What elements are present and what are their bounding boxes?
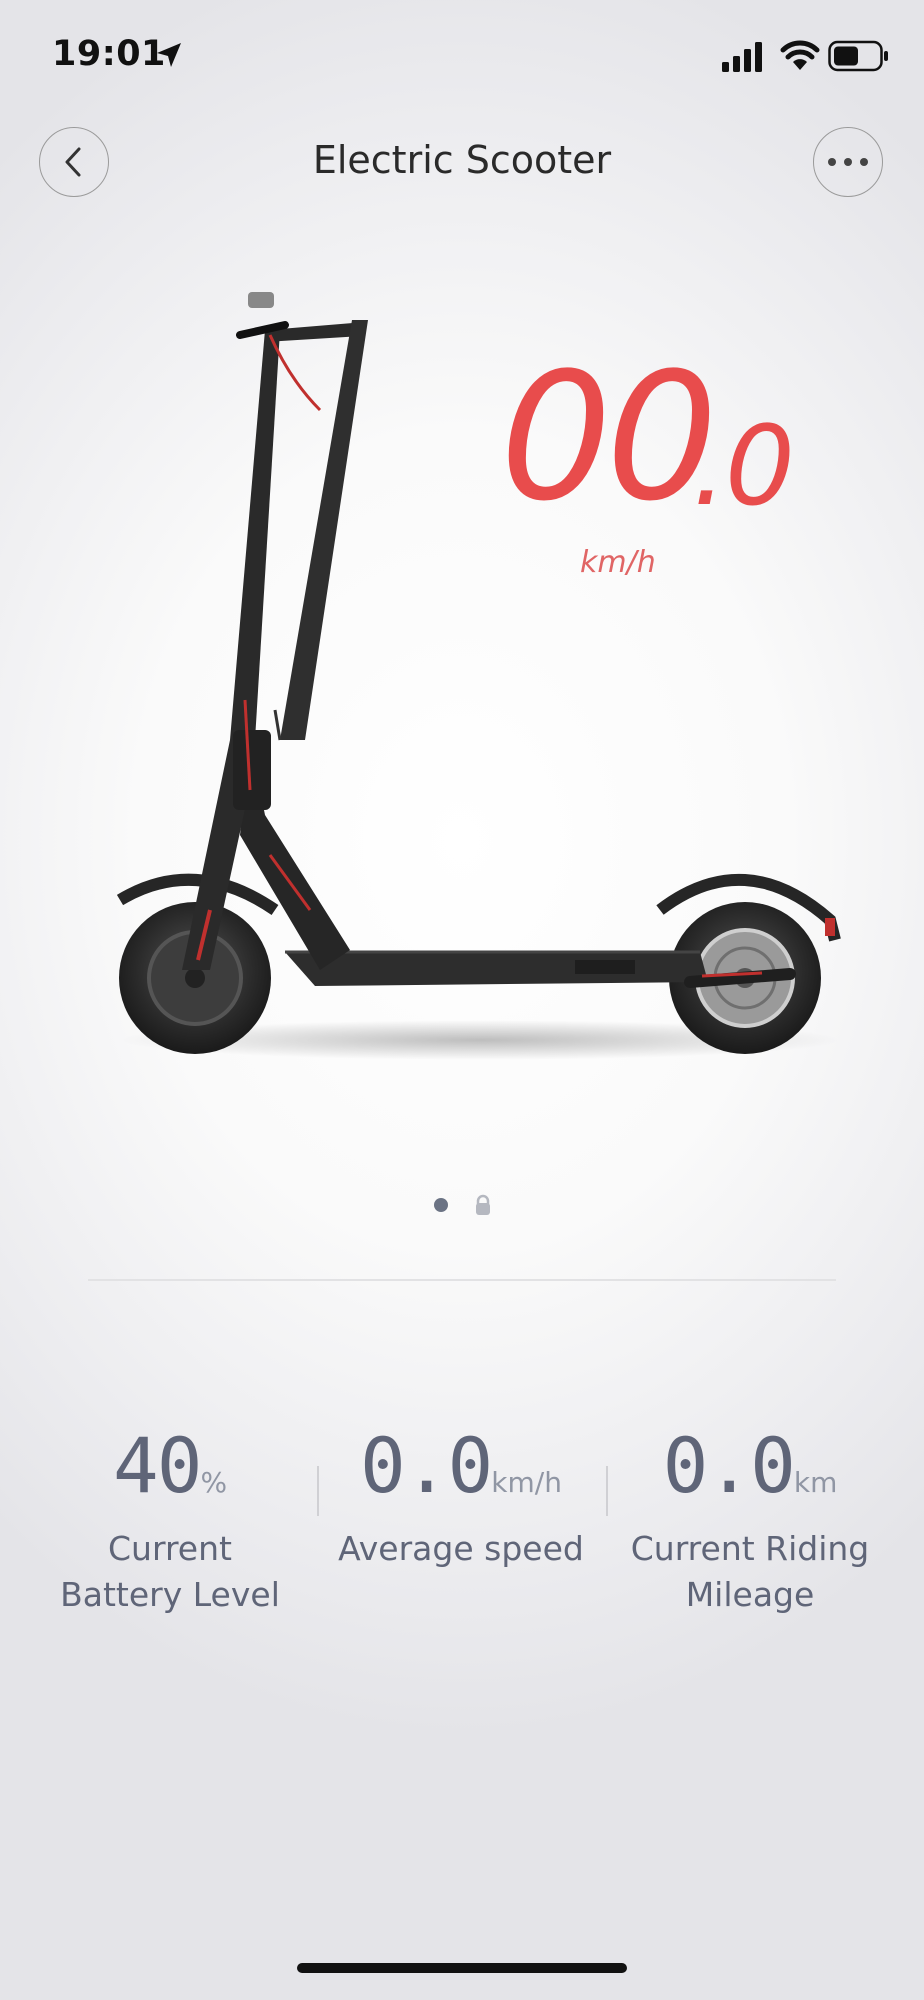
scooter-image [116, 292, 841, 1060]
average-speed-label: Average speed [338, 1529, 584, 1568]
page-dot-active[interactable] [434, 1198, 448, 1212]
page-title: Electric Scooter [312, 138, 612, 182]
stat-mileage: 0.0km Current Riding Mileage [620, 1426, 880, 1618]
wifi-icon [780, 40, 820, 70]
average-speed-unit: km/h [491, 1466, 562, 1499]
stat-separator [606, 1466, 608, 1516]
mileage-value: 0.0 [662, 1421, 796, 1510]
battery-label-line1: Current [108, 1529, 232, 1568]
stat-battery: 40% Current Battery Level [40, 1426, 300, 1618]
more-options-button[interactable] [813, 127, 883, 197]
battery-icon [828, 40, 888, 72]
battery-value: 40 [112, 1421, 203, 1510]
mileage-unit: km [793, 1466, 838, 1499]
mileage-label-line2: Mileage [685, 1575, 815, 1614]
more-dots-icon [828, 158, 868, 166]
lock-icon[interactable] [474, 1194, 492, 1216]
mileage-label-line1: Current Riding [630, 1529, 870, 1568]
location-arrow-icon [157, 43, 181, 67]
battery-label-line2: Battery Level [60, 1575, 280, 1614]
stat-separator [317, 1466, 319, 1516]
cellular-signal-icon [722, 42, 762, 72]
home-indicator[interactable] [297, 1963, 627, 1973]
divider [88, 1279, 836, 1281]
stat-average-speed: 0.0km/h Average speed [330, 1426, 592, 1572]
average-speed-value: 0.0 [360, 1421, 493, 1510]
status-time: 19:01 [52, 34, 166, 74]
battery-unit: % [200, 1466, 228, 1499]
